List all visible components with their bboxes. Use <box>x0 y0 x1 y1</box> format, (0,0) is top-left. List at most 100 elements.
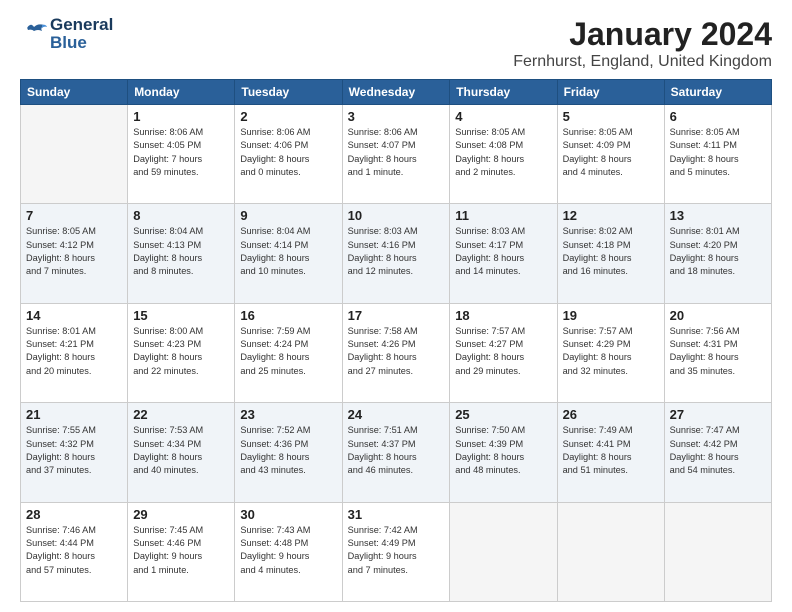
week-row-5: 28Sunrise: 7:46 AM Sunset: 4:44 PM Dayli… <box>21 502 772 601</box>
day-info: Sunrise: 8:05 AM Sunset: 4:12 PM Dayligh… <box>26 225 122 278</box>
day-info: Sunrise: 8:04 AM Sunset: 4:13 PM Dayligh… <box>133 225 229 278</box>
day-number: 3 <box>348 109 445 124</box>
day-number: 25 <box>455 407 551 422</box>
day-number: 20 <box>670 308 766 323</box>
day-number: 27 <box>670 407 766 422</box>
day-number: 17 <box>348 308 445 323</box>
day-info: Sunrise: 7:50 AM Sunset: 4:39 PM Dayligh… <box>455 424 551 477</box>
calendar-cell: 4 Sunrise: 8:05 AM Sunset: 4:08 PM Daylig… <box>450 105 557 204</box>
calendar-cell: 1Sunrise: 8:06 AM Sunset: 4:05 PM Daylig… <box>128 105 235 204</box>
calendar-cell <box>557 502 664 601</box>
calendar-cell: 2Sunrise: 8:06 AM Sunset: 4:06 PM Daylig… <box>235 105 342 204</box>
day-info: Sunrise: 8:01 AM Sunset: 4:20 PM Dayligh… <box>670 225 766 278</box>
calendar-cell: 16 Sunrise: 7:59 AM Sunset: 4:24 PM Dayli… <box>235 303 342 402</box>
calendar-cell: 22 Sunrise: 7:53 AM Sunset: 4:34 PM Dayli… <box>128 403 235 502</box>
header-cell-tuesday: Tuesday <box>235 80 342 105</box>
calendar-cell: 27Sunrise: 7:47 AM Sunset: 4:42 PM Dayli… <box>664 403 771 502</box>
day-number: 21 <box>26 407 122 422</box>
logo-bird-icon <box>20 23 48 45</box>
calendar-cell: 23Sunrise: 7:52 AM Sunset: 4:36 PM Dayli… <box>235 403 342 502</box>
day-number: 31 <box>348 507 445 522</box>
day-info: Sunrise: 7:43 AM Sunset: 4:48 PM Dayligh… <box>240 524 336 577</box>
calendar-cell: 29Sunrise: 7:45 AM Sunset: 4:46 PM Dayli… <box>128 502 235 601</box>
day-number: 26 <box>563 407 659 422</box>
day-info: Sunrise: 7:57 AM Sunset: 4:29 PM Dayligh… <box>563 325 659 378</box>
calendar-cell: 20 Sunrise: 7:56 AM Sunset: 4:31 PM Dayli… <box>664 303 771 402</box>
day-number: 30 <box>240 507 336 522</box>
logo-line2: Blue <box>50 34 113 52</box>
day-info: Sunrise: 7:53 AM Sunset: 4:34 PM Dayligh… <box>133 424 229 477</box>
day-info: Sunrise: 8:06 AM Sunset: 4:05 PM Dayligh… <box>133 126 229 179</box>
calendar-cell: 21 Sunrise: 7:55 AM Sunset: 4:32 PM Dayli… <box>21 403 128 502</box>
day-info: Sunrise: 8:06 AM Sunset: 4:07 PM Dayligh… <box>348 126 445 179</box>
calendar-table: SundayMondayTuesdayWednesdayThursdayFrid… <box>20 79 772 602</box>
week-row-3: 14Sunrise: 8:01 AM Sunset: 4:21 PM Dayli… <box>21 303 772 402</box>
day-info: Sunrise: 8:03 AM Sunset: 4:16 PM Dayligh… <box>348 225 445 278</box>
day-info: Sunrise: 7:55 AM Sunset: 4:32 PM Dayligh… <box>26 424 122 477</box>
header-cell-sunday: Sunday <box>21 80 128 105</box>
day-number: 13 <box>670 208 766 223</box>
month-title: January 2024 <box>513 16 772 53</box>
day-info: Sunrise: 8:05 AM Sunset: 4:11 PM Dayligh… <box>670 126 766 179</box>
calendar-cell: 31 Sunrise: 7:42 AM Sunset: 4:49 PM Dayli… <box>342 502 450 601</box>
calendar-cell: 7 Sunrise: 8:05 AM Sunset: 4:12 PM Daylig… <box>21 204 128 303</box>
calendar-cell: 17 Sunrise: 7:58 AM Sunset: 4:26 PM Dayli… <box>342 303 450 402</box>
calendar-cell: 8 Sunrise: 8:04 AM Sunset: 4:13 PM Daylig… <box>128 204 235 303</box>
day-number: 29 <box>133 507 229 522</box>
week-row-4: 21 Sunrise: 7:55 AM Sunset: 4:32 PM Dayli… <box>21 403 772 502</box>
logo: General Blue <box>20 16 113 52</box>
calendar-cell: 24Sunrise: 7:51 AM Sunset: 4:37 PM Dayli… <box>342 403 450 502</box>
day-number: 10 <box>348 208 445 223</box>
location: Fernhurst, England, United Kingdom <box>513 53 772 71</box>
header-cell-thursday: Thursday <box>450 80 557 105</box>
day-number: 8 <box>133 208 229 223</box>
day-number: 14 <box>26 308 122 323</box>
calendar-cell <box>450 502 557 601</box>
calendar-cell: 25 Sunrise: 7:50 AM Sunset: 4:39 PM Dayli… <box>450 403 557 502</box>
day-info: Sunrise: 7:58 AM Sunset: 4:26 PM Dayligh… <box>348 325 445 378</box>
day-number: 9 <box>240 208 336 223</box>
week-row-1: 1Sunrise: 8:06 AM Sunset: 4:05 PM Daylig… <box>21 105 772 204</box>
calendar-cell: 15Sunrise: 8:00 AM Sunset: 4:23 PM Dayli… <box>128 303 235 402</box>
day-info: Sunrise: 7:57 AM Sunset: 4:27 PM Dayligh… <box>455 325 551 378</box>
header-cell-monday: Monday <box>128 80 235 105</box>
day-number: 16 <box>240 308 336 323</box>
day-info: Sunrise: 7:42 AM Sunset: 4:49 PM Dayligh… <box>348 524 445 577</box>
day-number: 15 <box>133 308 229 323</box>
calendar-page: General Blue January 2024 Fernhurst, Eng… <box>0 0 792 612</box>
header-cell-saturday: Saturday <box>664 80 771 105</box>
calendar-cell: 26Sunrise: 7:49 AM Sunset: 4:41 PM Dayli… <box>557 403 664 502</box>
logo-line1: General <box>50 16 113 34</box>
day-number: 11 <box>455 208 551 223</box>
day-number: 4 <box>455 109 551 124</box>
day-number: 7 <box>26 208 122 223</box>
calendar-cell: 5 Sunrise: 8:05 AM Sunset: 4:09 PM Daylig… <box>557 105 664 204</box>
day-info: Sunrise: 8:05 AM Sunset: 4:09 PM Dayligh… <box>563 126 659 179</box>
calendar-cell: 19 Sunrise: 7:57 AM Sunset: 4:29 PM Dayli… <box>557 303 664 402</box>
header-row: SundayMondayTuesdayWednesdayThursdayFrid… <box>21 80 772 105</box>
calendar-cell: 6Sunrise: 8:05 AM Sunset: 4:11 PM Daylig… <box>664 105 771 204</box>
calendar-cell: 10 Sunrise: 8:03 AM Sunset: 4:16 PM Dayli… <box>342 204 450 303</box>
calendar-cell: 9Sunrise: 8:04 AM Sunset: 4:14 PM Daylig… <box>235 204 342 303</box>
header-cell-friday: Friday <box>557 80 664 105</box>
header-cell-wednesday: Wednesday <box>342 80 450 105</box>
calendar-cell: 14Sunrise: 8:01 AM Sunset: 4:21 PM Dayli… <box>21 303 128 402</box>
day-info: Sunrise: 7:56 AM Sunset: 4:31 PM Dayligh… <box>670 325 766 378</box>
calendar-cell <box>664 502 771 601</box>
calendar-cell: 30 Sunrise: 7:43 AM Sunset: 4:48 PM Dayli… <box>235 502 342 601</box>
calendar-cell <box>21 105 128 204</box>
day-info: Sunrise: 7:59 AM Sunset: 4:24 PM Dayligh… <box>240 325 336 378</box>
calendar-cell: 13 Sunrise: 8:01 AM Sunset: 4:20 PM Dayli… <box>664 204 771 303</box>
day-number: 22 <box>133 407 229 422</box>
day-number: 28 <box>26 507 122 522</box>
header: General Blue January 2024 Fernhurst, Eng… <box>20 16 772 71</box>
day-number: 5 <box>563 109 659 124</box>
day-info: Sunrise: 8:05 AM Sunset: 4:08 PM Dayligh… <box>455 126 551 179</box>
calendar-cell: 11Sunrise: 8:03 AM Sunset: 4:17 PM Dayli… <box>450 204 557 303</box>
day-number: 19 <box>563 308 659 323</box>
day-number: 24 <box>348 407 445 422</box>
day-info: Sunrise: 8:02 AM Sunset: 4:18 PM Dayligh… <box>563 225 659 278</box>
day-number: 12 <box>563 208 659 223</box>
day-number: 2 <box>240 109 336 124</box>
title-block: January 2024 Fernhurst, England, United … <box>513 16 772 71</box>
